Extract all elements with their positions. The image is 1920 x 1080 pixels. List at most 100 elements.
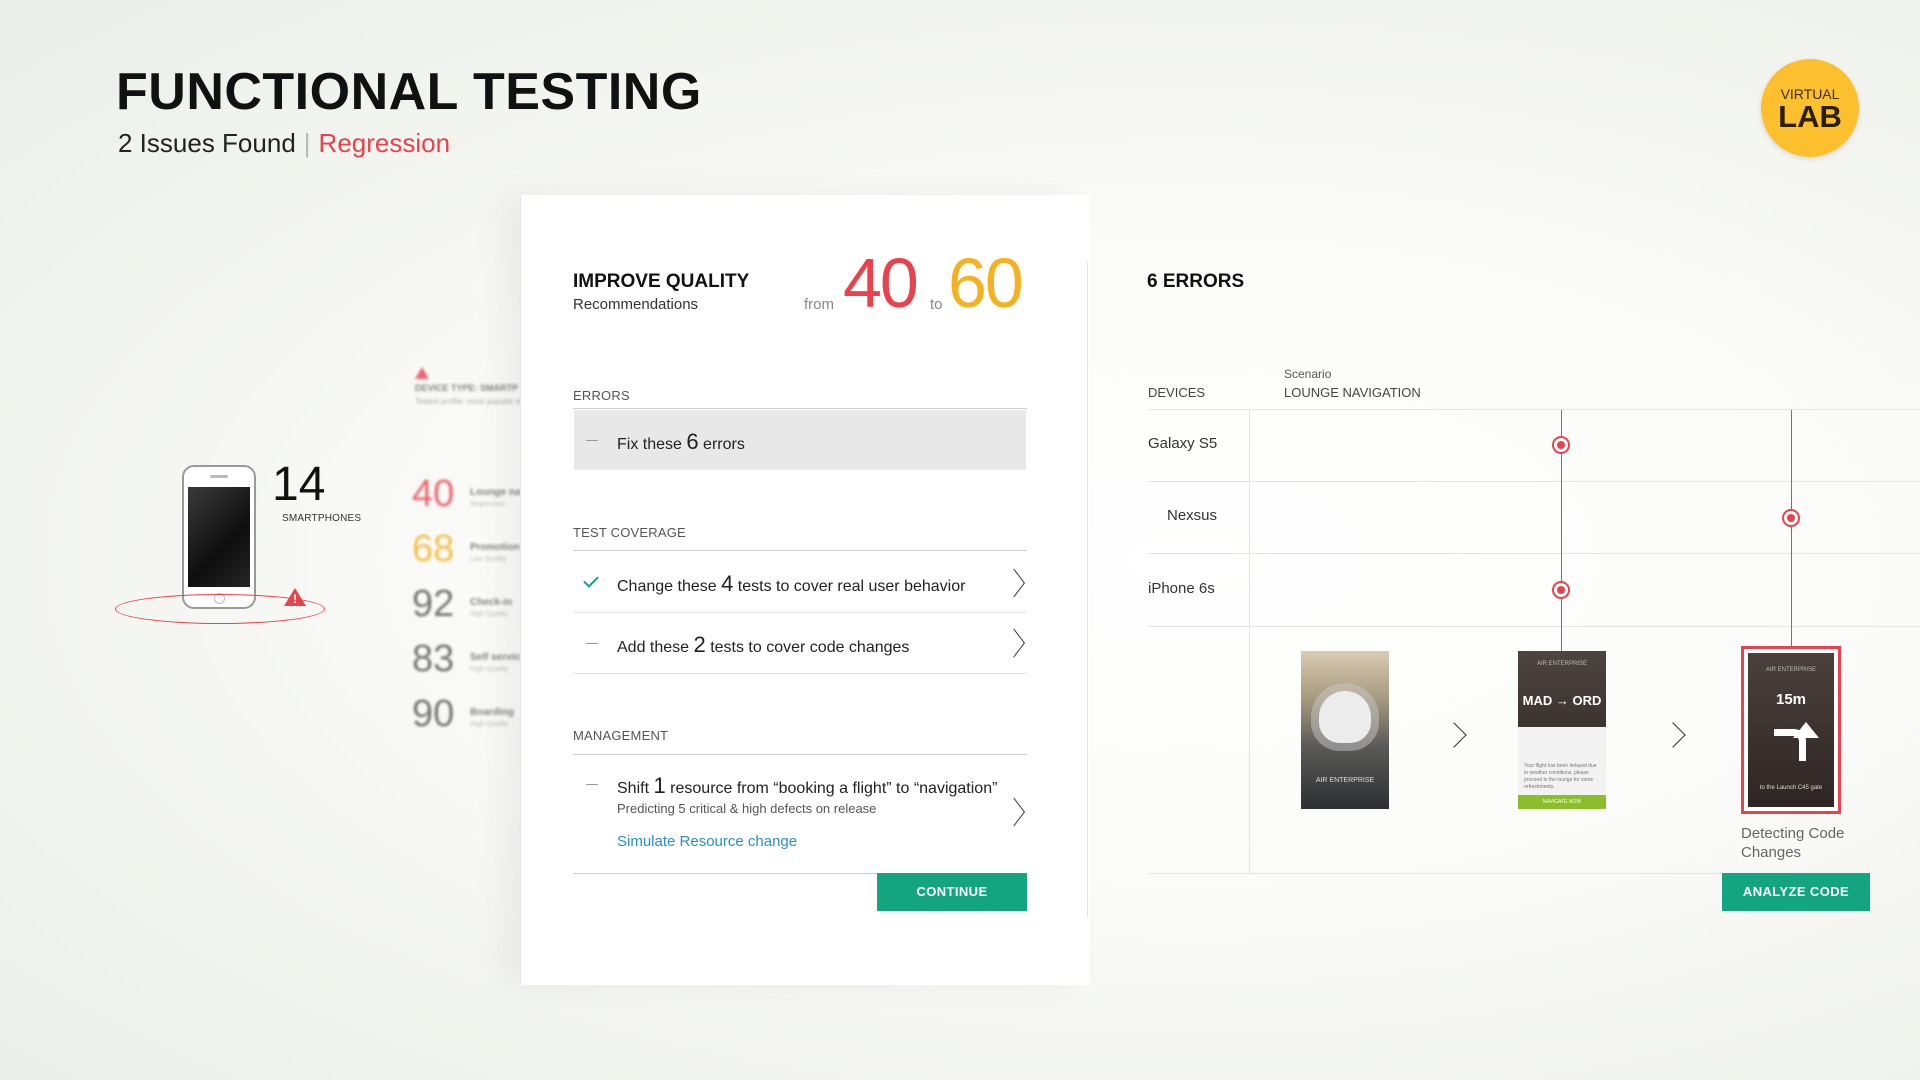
mode-label: Regression [318,128,451,158]
management-item[interactable]: Shift 1 resource from “booking a flight”… [617,773,997,799]
warning-icon-glyph: ! [293,592,297,606]
errors-title: 6 ERRORS [1147,271,1245,292]
management-count: 1 [653,773,666,798]
panel-divider [1087,262,1088,917]
quality-score: 40 [412,473,455,515]
grid-line [1148,481,1920,482]
grid-line [1148,409,1920,410]
device-iphone-6s[interactable]: iPhone 6s [1148,580,1215,597]
management-post: resource from “booking a flight” to “nav… [665,780,998,797]
section-divider [573,754,1027,755]
navigation-minutes: 15m [1775,691,1807,708]
detecting-code-changes-caption: Detecting Code Changes [1741,825,1845,861]
fix-errors-count: 6 [686,429,699,454]
chevron-right-icon [1441,722,1467,748]
devices-column-label: DEVICES [1148,385,1206,400]
simulate-resource-link[interactable]: Simulate Resource change [617,833,797,850]
fix-errors-post: errors [698,436,745,453]
arrow-head-icon [1793,722,1819,738]
quality-label: Promotion [470,542,520,553]
section-divider [573,550,1027,551]
quality-sub: Low Quality [470,556,507,563]
row-divider [573,673,1027,674]
error-marker[interactable] [1552,436,1570,454]
navigation-screen: AIR ENTERPRISE 15m to the Launch C45 gat… [1748,653,1834,807]
navigation-screen-header: AIR ENTERPRISE [1765,667,1816,673]
phone-screen [188,487,250,587]
error-marker[interactable] [1782,509,1800,527]
coverage-item-change[interactable]: Change these 4 tests to cover real user … [617,571,965,597]
grid-vertical-line [1249,410,1250,874]
flight-screen-header: AIR ENTERPRISE [1536,661,1587,667]
quality-score: 68 [412,528,455,570]
to-score: 60 [948,244,1024,322]
quality-sub: High Quality [470,611,509,618]
flight-route: MAD → ORD [1522,693,1602,708]
management-pre: Shift [617,780,654,797]
coverage-change-pre: Change these [617,578,722,595]
error-track-line [1791,410,1792,646]
improve-quality-title: IMPROVE QUALITY [573,271,750,292]
from-label: from [804,296,834,313]
page-title: FUNCTIONAL TESTING [116,63,702,121]
analyze-code-button[interactable]: ANALYZE CODE [1722,873,1870,911]
quality-label: Boarding [470,707,514,718]
issues-count: 2 Issues Found [118,128,296,158]
subtitle-separator: | [303,128,311,158]
improve-quality-subtitle: Recommendations [573,296,699,313]
scenario-name: LOUNGE NAVIGATION [1284,385,1421,400]
grid-line [1148,553,1920,554]
grid-line [1148,626,1920,627]
quality-score: 83 [412,638,455,680]
device-type-heading: DEVICE TYPE: SMARTP [415,383,519,393]
splash-brand: AIR ENTERPRISE [1315,777,1375,784]
errors-section-label: ERRORS [573,388,630,403]
quality-label: Lounge na [470,487,521,498]
quality-score: 92 [412,583,455,625]
virtual-lab-logo: VIRTUAL LAB [1761,59,1859,157]
section-divider [573,408,1027,409]
quality-sub: Regression [470,501,506,508]
logo-main-text: LAB [1778,99,1842,134]
coverage-add-pre: Add these [617,639,694,656]
device-type-subheading: Tested profile: most popular de [415,397,525,406]
dash-icon [586,643,598,644]
to-label: to [930,296,943,313]
device-count: 14 [272,458,326,511]
quality-sub: High Quality [470,721,509,728]
quality-label: Check-in [470,597,513,608]
dash-icon [586,784,598,785]
row-divider [573,612,1027,613]
warning-icon [415,367,429,379]
coverage-add-count: 2 [693,632,706,657]
coverage-change-count: 4 [721,571,734,596]
continue-button[interactable]: CONTINUE [877,873,1027,911]
grid-line [1148,873,1722,874]
page-subtitle: 2 Issues Found | Regression [118,130,450,156]
chevron-right-icon [1660,722,1686,748]
coverage-item-add[interactable]: Add these 2 tests to cover code changes [617,632,909,658]
flight-message: Your flight has been delayed due to weat… [1524,763,1597,790]
quality-score: 90 [412,693,455,735]
airplane-image [1319,691,1371,743]
quality-label: Self service [470,652,526,663]
app-screen-splash[interactable]: AIR ENTERPRISE [1301,651,1389,809]
management-section-label: MANAGEMENT [573,728,669,743]
navigate-now-button: NAVIGATE NOW [1518,795,1606,809]
app-screen-flight[interactable]: AIR ENTERPRISE MAD → ORD Your flight has… [1518,651,1606,809]
coverage-add-post: tests to cover code changes [705,639,910,656]
scenario-label: Scenario [1284,367,1332,381]
quality-sub: High Quality [470,666,509,673]
app-screen-navigation[interactable]: AIR ENTERPRISE 15m to the Launch C45 gat… [1741,646,1841,814]
management-note: Predicting 5 critical & high defects on … [617,801,877,816]
coverage-change-post: tests to cover real user behavior [733,578,966,595]
from-score: 40 [843,244,919,322]
navigation-destination: to the Launch C45 gate [1759,785,1823,791]
fix-errors-pre: Fix these [617,436,687,453]
fix-errors-text: Fix these 6 errors [617,429,745,455]
coverage-section-label: TEST COVERAGE [573,525,686,540]
device-nexsus[interactable]: Nexsus [1167,507,1217,524]
error-marker[interactable] [1552,581,1570,599]
device-galaxy-s5[interactable]: Galaxy S5 [1148,435,1217,452]
dash-icon [586,440,598,441]
